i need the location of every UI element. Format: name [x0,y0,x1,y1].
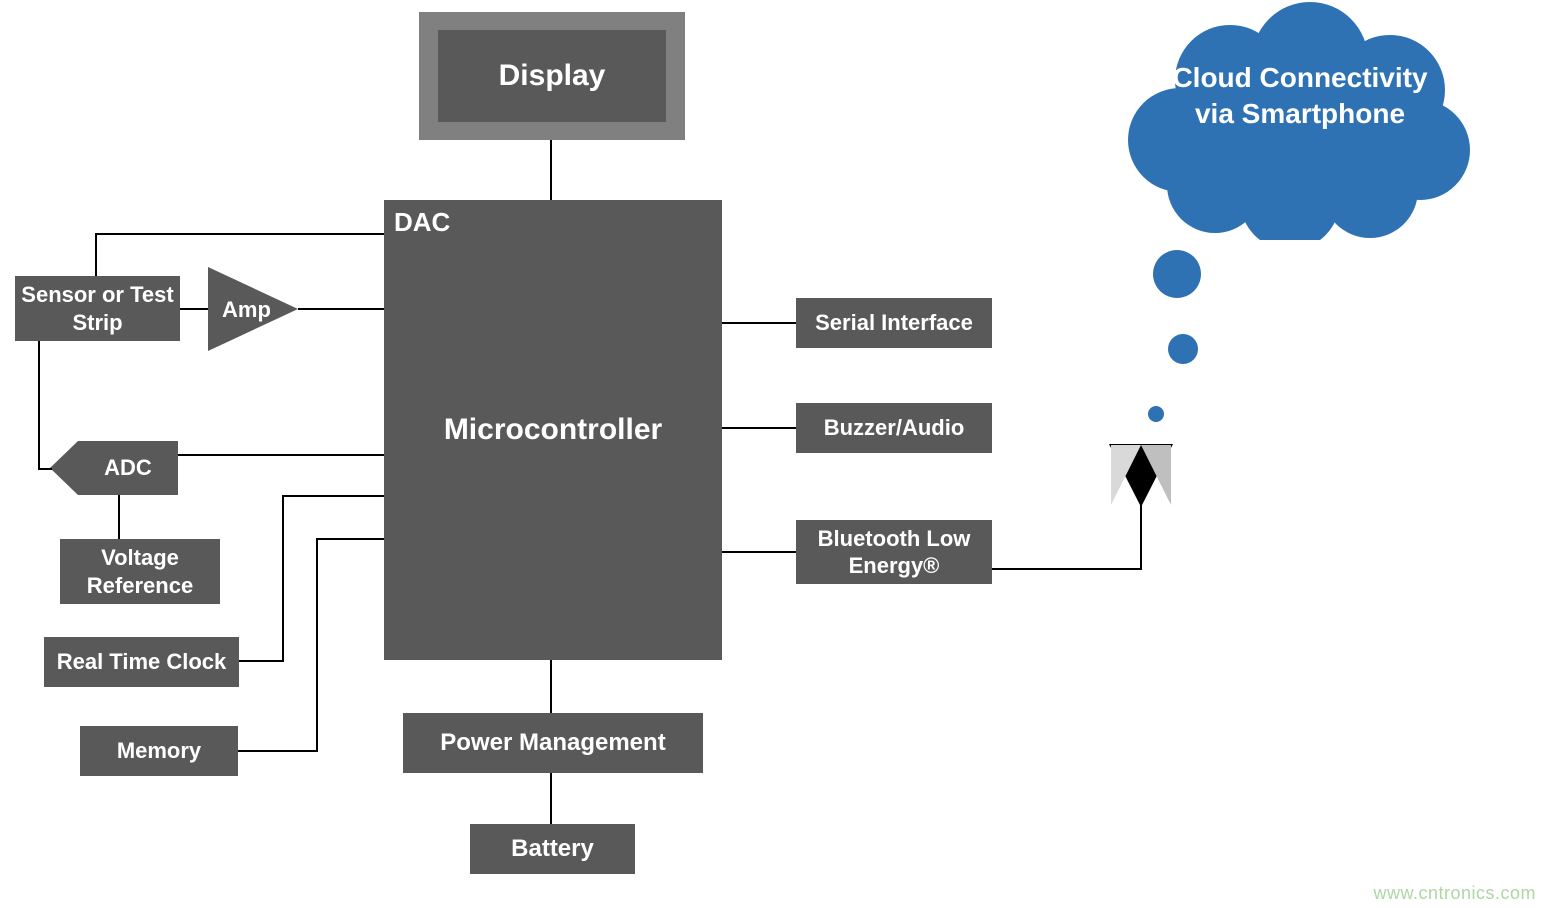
voltage-reference-block: Voltage Reference [60,539,220,604]
ble-block: Bluetooth Low Energy® [796,520,992,584]
buzzer-label: Buzzer/Audio [824,414,965,442]
serial-interface-block: Serial Interface [796,298,992,348]
watermark: www.cntronics.com [1373,883,1536,904]
display-block: Display [438,30,666,122]
connector [316,538,318,752]
adc-label: ADC [104,455,152,481]
antenna-right [1141,445,1171,505]
connector [282,495,284,662]
antenna-left [1111,445,1141,505]
thought-dot-large [1153,250,1201,298]
battery-block: Battery [470,824,635,874]
ble-label: Bluetooth Low Energy® [796,525,992,580]
connector [992,568,1142,570]
adc-notch [50,441,78,495]
cloud-label: Cloud Connectivity via Smartphone [1150,60,1450,133]
connector [38,468,52,470]
connector [722,427,796,429]
dac-label: DAC [394,206,450,239]
connector [1140,505,1142,570]
connector [722,322,796,324]
connector [239,660,284,662]
amp-label: Amp [222,297,271,323]
connector [95,233,97,276]
connector [95,233,384,235]
voltage-reference-label: Voltage Reference [60,544,220,599]
memory-label: Memory [117,737,201,765]
connector [178,454,384,456]
connector [118,495,120,539]
connector [550,773,552,824]
microcontroller-block: DAC Microcontroller [384,200,722,660]
sensor-block: Sensor or Test Strip [15,276,180,341]
connector [550,140,552,200]
power-management-block: Power Management [403,713,703,773]
connector [298,308,384,310]
thought-dot-med [1168,334,1198,364]
thought-dot-small [1148,406,1164,422]
connector [316,538,384,540]
connector [238,750,318,752]
memory-block: Memory [80,726,238,776]
connector [38,341,40,468]
microcontroller-label: Microcontroller [444,411,662,449]
serial-interface-label: Serial Interface [815,309,973,337]
connector [282,495,384,497]
adc-block: ADC [78,441,178,495]
display-label: Display [499,59,606,93]
sensor-label: Sensor or Test Strip [15,281,180,336]
battery-label: Battery [511,834,594,864]
connector [722,551,796,553]
connector [550,660,552,713]
buzzer-block: Buzzer/Audio [796,403,992,453]
connector [180,308,208,310]
rtc-label: Real Time Clock [57,648,227,676]
rtc-block: Real Time Clock [44,637,239,687]
power-management-label: Power Management [440,728,665,758]
